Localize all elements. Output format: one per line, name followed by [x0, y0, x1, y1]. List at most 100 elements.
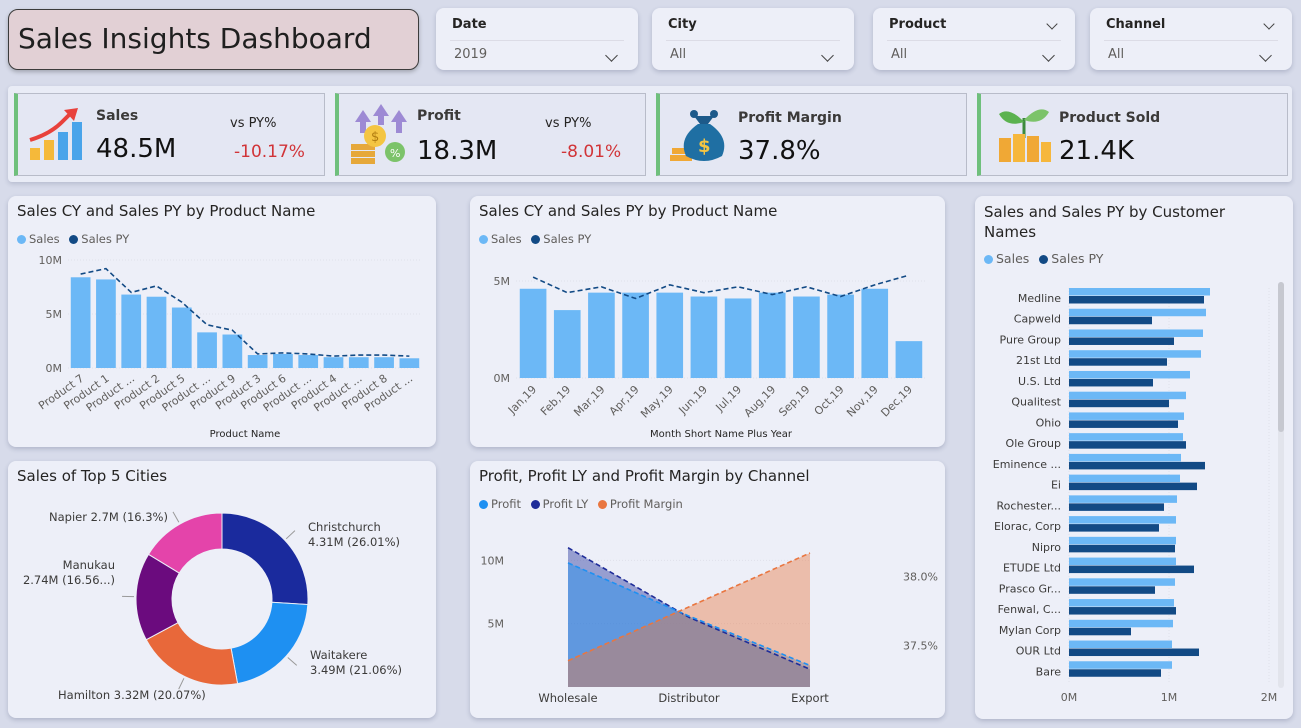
bar-sales: [1069, 557, 1176, 566]
chevron-down-icon[interactable]: [1259, 49, 1272, 62]
chart-card-customer: Sales and Sales PY by Customer Names Sal…: [975, 196, 1293, 719]
bar-sales: [323, 357, 344, 368]
scrollbar-thumb[interactable]: [1278, 282, 1284, 432]
slicer-date[interactable]: Date 2019: [436, 8, 638, 70]
bar-sales-py: [1069, 503, 1164, 511]
product-bar-chart[interactable]: 0M5M10MProduct 7Product 1Product ...Prod…: [8, 196, 436, 447]
y-tick-label: Ei: [1051, 479, 1061, 492]
bar-sales: [690, 296, 718, 378]
x-tick-label: Mar,19: [571, 383, 607, 419]
bar-sales-py: [1069, 524, 1159, 532]
x-tick-label: 1M: [1161, 691, 1178, 704]
bar-sales: [146, 296, 167, 368]
chevron-down-icon[interactable]: [821, 49, 834, 62]
x-tick-label: Nov,19: [844, 383, 881, 420]
y-tick-label: Prasco Gr...: [999, 582, 1061, 595]
scrollbar-track[interactable]: [1278, 282, 1284, 688]
channel-area-chart[interactable]: 5M 10M 37.5% 38.0% Wholesale Distributor Expor…: [470, 461, 945, 718]
page-title: Sales Insights Dashboard: [18, 22, 372, 55]
slicer-value: All: [1108, 47, 1125, 62]
slicer-value: All: [670, 47, 687, 62]
kpi-vs-label: vs PY%: [545, 116, 592, 131]
kpi-card-sales[interactable]: Sales 48.5M vs PY% -10.17%: [14, 93, 325, 176]
bar-sales: [1069, 619, 1173, 628]
slicer-value: 2019: [454, 47, 488, 62]
kpi-label: Profit: [417, 108, 461, 124]
bar-sales-py: [1069, 586, 1155, 594]
bar-sales: [1069, 453, 1181, 462]
y-tick-label: OUR Ltd: [1016, 645, 1061, 658]
x-tick-label: Jun,19: [676, 383, 710, 417]
x-tick-label: Dec,19: [878, 383, 915, 420]
x-tick-label: Jul,19: [713, 383, 745, 415]
kpi-value: 48.5M: [96, 134, 177, 164]
y-tick-label: ETUDE Ltd: [1003, 562, 1061, 575]
bar-sales: [1069, 370, 1190, 379]
bar-sales-py: [1069, 607, 1176, 615]
kpi-vs-label: vs PY%: [230, 116, 277, 131]
chart-card-product: Sales CY and Sales PY by Product Name Sa…: [8, 196, 436, 447]
y-tick-label: U.S. Ltd: [1018, 375, 1061, 388]
donut-slice: [230, 601, 309, 685]
bar-sales-py: [1069, 399, 1169, 408]
bar-sales: [827, 294, 854, 378]
slice-label: Christchurch: [308, 520, 381, 534]
customer-bar-chart[interactable]: 0M 1M 2M Medline Capweld Pure Group 21st Ltd U.…: [975, 196, 1293, 719]
slice-label: Waitakere: [310, 648, 367, 662]
x-tick-label: 2M: [1261, 691, 1278, 704]
bar-sales: [1069, 350, 1201, 358]
bar-sales: [1069, 661, 1172, 669]
chart-card-cities: Sales of Top 5 Cities Christchurch 4.31M …: [8, 461, 436, 718]
x-tick-label: Jan,19: [505, 383, 539, 417]
bar-sales: [758, 292, 786, 378]
y-tick-label: Elorac, Corp: [994, 520, 1061, 533]
y-tick-label: Fenwal, C...: [998, 603, 1061, 616]
bar-sales: [273, 353, 293, 368]
month-bar-chart[interactable]: 0M 5M Jan,19Feb,19Mar,19 Apr,19May,19 Jun,19…: [470, 196, 945, 447]
x-axis-label: Month Short Name Plus Year: [650, 429, 793, 440]
bar-sales-py: [1069, 337, 1174, 345]
bar-sales: [1069, 578, 1175, 586]
bar-sales: [861, 288, 889, 378]
kpi-card-product-sold[interactable]: Product Sold 21.4K: [977, 93, 1288, 176]
y-tick-label: 5M: [46, 308, 63, 321]
bar-sales-py: [1069, 565, 1194, 574]
chevron-down-icon[interactable]: [1263, 18, 1275, 30]
kpi-value: 37.8%: [738, 136, 821, 166]
dashboard-title-box: Sales Insights Dashboard: [8, 9, 419, 70]
bar-sales: [656, 292, 684, 378]
chart-card-month: Sales CY and Sales PY by Product Name Sa…: [470, 196, 945, 447]
bar-sales-py: [1069, 316, 1152, 325]
kpi-card-profit-margin[interactable]: $ Profit Margin 37.8%: [656, 93, 967, 176]
slicer-channel[interactable]: Channel All: [1090, 8, 1292, 70]
y-tick-label: Medline: [1018, 292, 1061, 305]
sales-chart-icon: [29, 108, 82, 160]
chevron-down-icon[interactable]: [1046, 18, 1058, 30]
kpi-card-profit[interactable]: $ % Profit 18.3M vs PY% -8.01%: [335, 93, 646, 176]
slicer-product[interactable]: Product All: [873, 8, 1075, 70]
bar-sales-py: [1069, 461, 1205, 470]
x-tick-label: Sep,19: [776, 383, 812, 419]
bar-sales: [1069, 433, 1183, 441]
chevron-down-icon[interactable]: [1042, 49, 1055, 62]
bar-sales: [519, 288, 547, 378]
x-tick-label: Distributor: [658, 691, 720, 705]
kpi-value: 18.3M: [417, 136, 498, 166]
cities-donut-chart[interactable]: Christchurch4.31M (26.01%) Waitakere3.49M…: [8, 461, 436, 718]
y-tick-label: Ohio: [1036, 416, 1062, 429]
slicer-city[interactable]: City All: [652, 8, 854, 70]
y-tick-label: 10M: [39, 254, 63, 267]
bar-sales-py: [1069, 648, 1199, 657]
bar-sales: [247, 355, 268, 368]
bar-sales: [1069, 288, 1210, 296]
chevron-down-icon[interactable]: [605, 49, 618, 62]
bar-sales: [895, 341, 923, 378]
slice-label: Hamilton 3.32M (20.07%): [58, 688, 206, 702]
bar-sales: [1069, 640, 1172, 649]
leader-line: [172, 511, 180, 523]
slice-value-label: 3.49M (21.06%): [310, 663, 402, 677]
bar-sales: [96, 279, 116, 368]
y-tick-label: Qualitest: [1011, 396, 1061, 409]
bar-sales: [70, 277, 91, 368]
slice-label: Napier 2.7M (16.3%): [49, 510, 168, 524]
